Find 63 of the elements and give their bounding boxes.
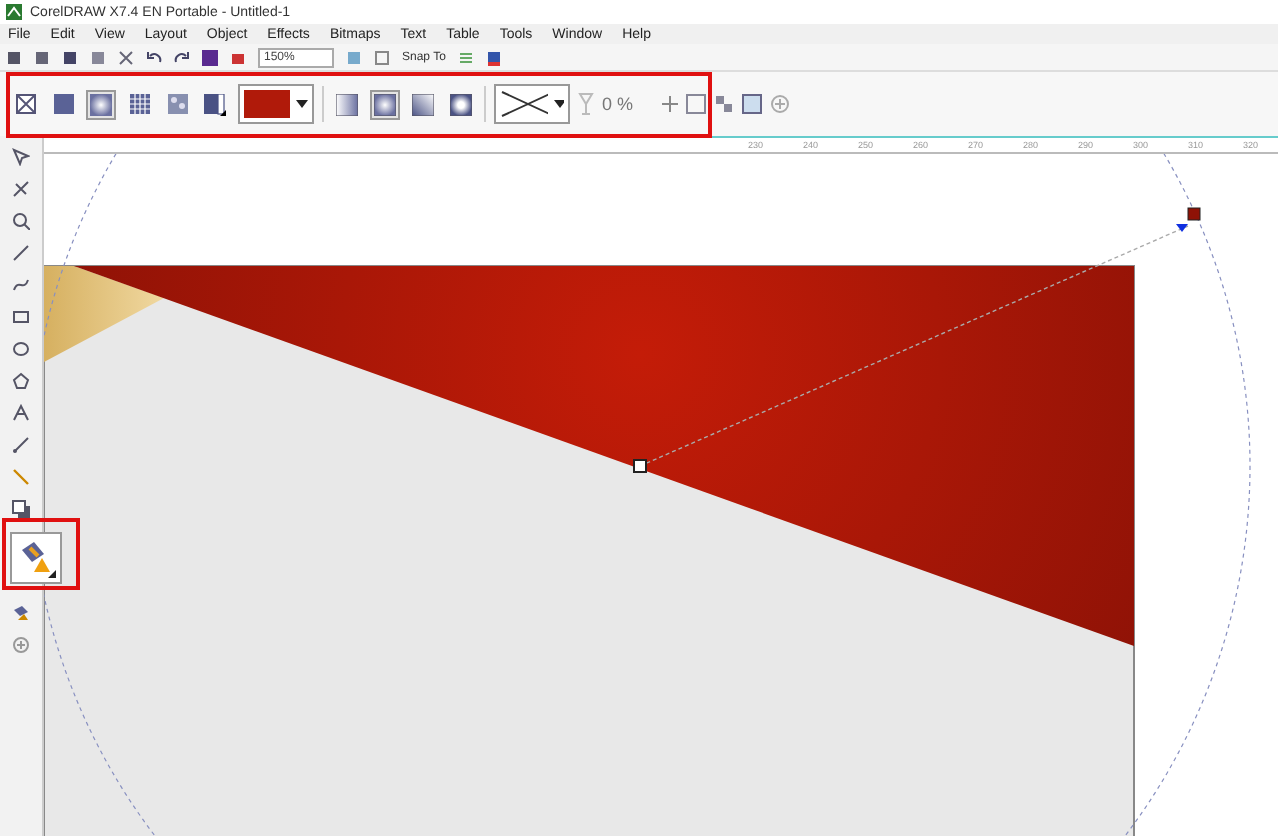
fill-type-button[interactable] (86, 89, 116, 119)
fountain-type-button[interactable] (408, 89, 438, 119)
zoom-icon (12, 211, 30, 229)
options-icon[interactable] (457, 49, 474, 65)
gradient-icon (374, 93, 396, 115)
swap-icon[interactable] (714, 94, 734, 114)
tool-button[interactable] (9, 240, 33, 264)
ellipse-icon (12, 339, 30, 357)
tool-button[interactable] (9, 600, 33, 624)
tool-button[interactable] (9, 144, 33, 168)
pen-icon (12, 243, 30, 261)
shadow-icon (12, 499, 30, 517)
gradient-icon (412, 93, 434, 115)
tool-button[interactable] (10, 532, 62, 584)
corner-triangle[interactable] (44, 266, 164, 362)
document-icon[interactable] (485, 49, 502, 65)
paint-bucket-icon (12, 603, 30, 621)
caret-icon (553, 100, 564, 108)
scissors-icon[interactable] (118, 49, 134, 65)
tool-button[interactable] (9, 432, 33, 456)
color-swatch (244, 90, 291, 118)
tool-button[interactable] (9, 496, 33, 520)
undo-icon[interactable] (146, 49, 162, 65)
fountain-type-button[interactable] (370, 89, 400, 119)
fill-icon (129, 94, 149, 114)
fountain-type-button[interactable] (332, 89, 362, 119)
rectangle-icon (12, 307, 30, 325)
fill-type-button[interactable] (48, 89, 78, 119)
plus-icon (12, 635, 30, 653)
transparency-field[interactable]: 0 % (602, 88, 654, 120)
tool-button[interactable] (9, 176, 33, 200)
fill-icon (15, 94, 35, 114)
pointer-icon (12, 147, 30, 165)
fill-icon (204, 93, 226, 115)
polygon-icon (12, 371, 30, 389)
highlight-frame (2, 518, 80, 590)
text-icon (12, 403, 30, 421)
fill-type-button[interactable] (124, 89, 154, 119)
tool-button[interactable] (9, 208, 33, 232)
cross-icon (500, 90, 548, 118)
fill-type-button[interactable] (10, 89, 40, 119)
line-icon (12, 435, 30, 453)
paint-bucket-icon (16, 538, 56, 578)
transparency-picker[interactable] (494, 84, 570, 124)
plus-icon[interactable] (662, 96, 678, 112)
tool-button[interactable] (9, 400, 33, 424)
fill-type-button[interactable] (200, 89, 230, 119)
curve-icon (12, 275, 30, 293)
tool-button[interactable] (9, 368, 33, 392)
node-icon (12, 179, 30, 197)
gradient-vector[interactable] (633, 207, 1201, 473)
tool-button[interactable] (9, 336, 33, 360)
fill-color-picker[interactable] (238, 84, 314, 124)
fountain-type-button[interactable] (446, 89, 476, 119)
gradient-icon (450, 93, 472, 115)
fill-icon (90, 93, 112, 115)
fill-icon (167, 94, 187, 114)
line-icon (12, 467, 30, 485)
redo-icon[interactable] (174, 49, 190, 65)
gradient-triangle[interactable] (74, 266, 1134, 646)
caret-icon (296, 100, 308, 108)
fill-icon (53, 94, 73, 114)
gradient-icon (336, 93, 358, 115)
